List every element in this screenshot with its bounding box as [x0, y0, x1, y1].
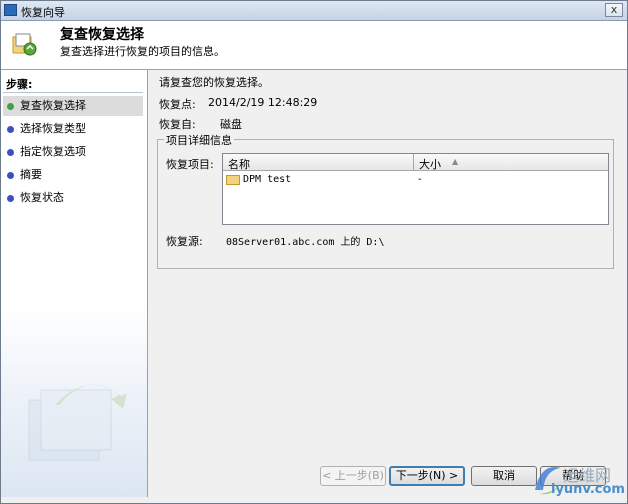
sidebar-watermark-icon	[28, 384, 127, 461]
step-bullet-icon	[7, 172, 14, 179]
step-label: 选择恢复类型	[20, 122, 86, 135]
source-label: 恢复源:	[166, 235, 203, 248]
close-button[interactable]: x	[605, 3, 623, 17]
step-bullet-icon	[7, 149, 14, 156]
step-bullet-icon	[7, 126, 14, 133]
step-label: 指定恢复选项	[20, 145, 86, 158]
group-title: 项目详细信息	[164, 132, 234, 148]
step-active-icon	[7, 103, 14, 110]
page-subtitle: 复查选择进行恢复的项目的信息。	[60, 45, 225, 58]
back-button[interactable]: < 上一步(B)	[320, 466, 386, 486]
window-title: 恢复向导	[21, 6, 65, 19]
step-bullet-icon	[7, 195, 14, 202]
page-title: 复查恢复选择	[60, 27, 144, 43]
wizard-header: 复查恢复选择 复查选择进行恢复的项目的信息。	[1, 21, 627, 70]
step-label: 恢复状态	[20, 191, 64, 204]
step-review-selection[interactable]: 复查恢复选择	[3, 96, 143, 116]
watermark-logo: 运维网 iyunv.com	[531, 456, 627, 501]
step-summary[interactable]: 摘要	[3, 165, 143, 185]
watermark-text-url: iyunv.com	[551, 482, 625, 497]
recovery-items-list[interactable]: 名称 大小 ▲ DPM test -	[222, 153, 609, 225]
source-value: 08Server01.abc.com 上的 D:\	[226, 237, 385, 248]
column-header-name[interactable]: 名称	[223, 154, 414, 171]
next-button[interactable]: 下一步(N) >	[389, 466, 465, 486]
intro-text: 请复查您的恢复选择。	[159, 76, 269, 89]
steps-sidebar: 步骤: 复查恢复选择 选择恢复类型 指定恢复选项 摘要 恢复状态	[1, 70, 148, 497]
step-select-type[interactable]: 选择恢复类型	[3, 119, 143, 139]
list-header: 名称 大小 ▲	[223, 154, 608, 171]
recovery-point-label: 恢复点:	[159, 98, 196, 111]
column-header-size[interactable]: 大小 ▲	[414, 154, 604, 171]
recovery-icon	[12, 33, 37, 56]
folder-icon	[226, 175, 240, 185]
list-item[interactable]: DPM test -	[223, 173, 608, 188]
recover-from-value: 磁盘	[220, 118, 242, 131]
step-label: 复查恢复选择	[20, 99, 86, 112]
divider	[3, 92, 143, 93]
main-content: 请复查您的恢复选择。 恢复点: 2014/2/19 12:48:29 恢复自: …	[148, 70, 626, 458]
cancel-button[interactable]: 取消	[471, 466, 537, 486]
recover-from-label: 恢复自:	[159, 118, 196, 131]
step-specify-options[interactable]: 指定恢复选项	[3, 142, 143, 162]
steps-title: 步骤:	[6, 78, 33, 91]
sort-ascending-icon: ▲	[452, 157, 459, 166]
step-label: 摘要	[20, 168, 42, 181]
step-recovery-status[interactable]: 恢复状态	[3, 188, 143, 208]
recovery-wizard-window: 恢复向导 x 复查恢复选择 复查选择进行恢复的项目的信息。 步骤: 复查恢复选择…	[0, 0, 628, 504]
item-name: DPM test	[243, 174, 292, 185]
title-bar: 恢复向导 x	[1, 1, 627, 21]
items-label: 恢复项目:	[166, 158, 214, 171]
item-size: -	[418, 174, 422, 185]
app-icon	[4, 4, 17, 16]
recovery-point-value: 2014/2/19 12:48:29	[208, 96, 318, 109]
